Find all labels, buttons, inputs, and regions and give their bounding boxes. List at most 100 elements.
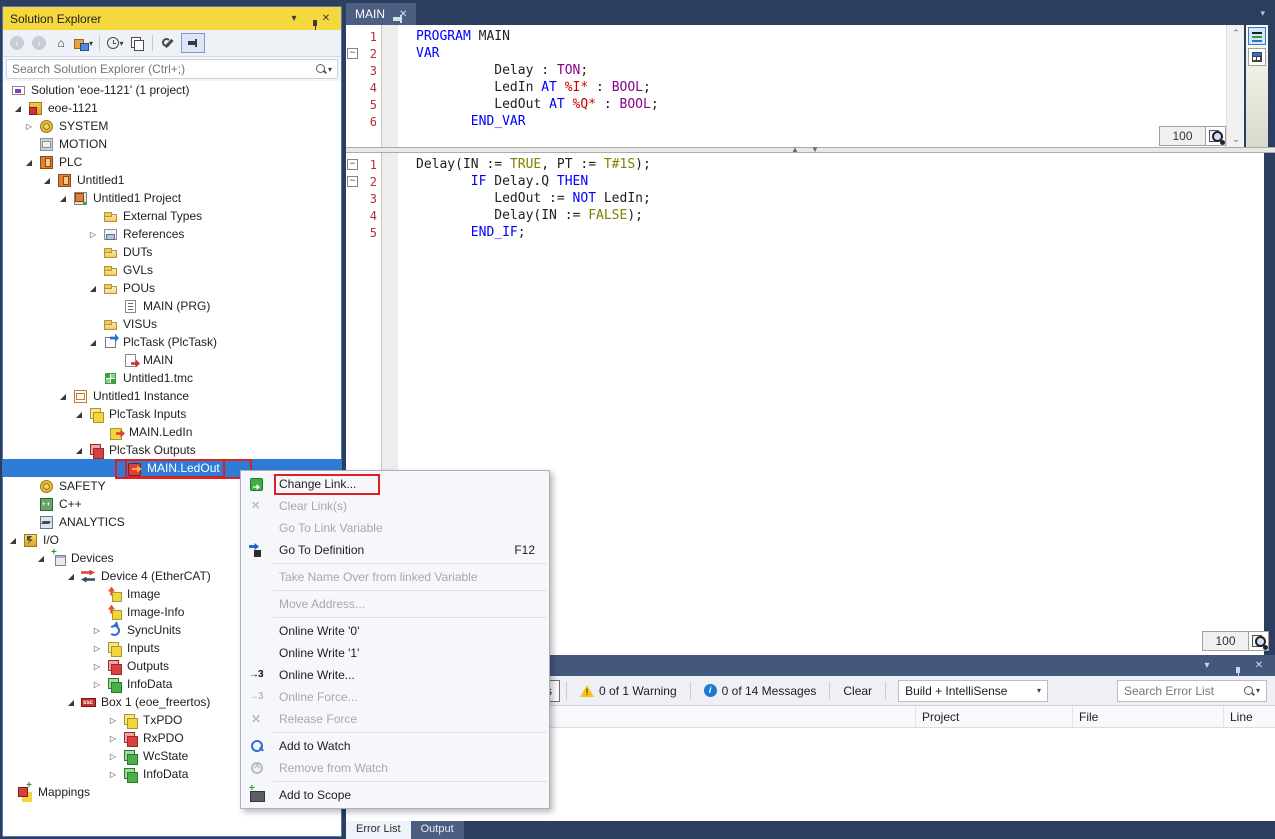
expand-arrow-collapsed-icon[interactable] [87, 230, 99, 239]
expand-arrow-collapsed-icon[interactable] [91, 644, 103, 653]
collapse-box-icon[interactable] [347, 48, 358, 59]
tree-item-duts[interactable]: DUTs [3, 243, 341, 261]
expand-arrow-expanded-icon[interactable] [23, 158, 35, 167]
pane1-zoom-icon[interactable] [1206, 126, 1226, 146]
back-button[interactable]: ‹ [8, 33, 26, 53]
expand-arrow-expanded-icon[interactable] [65, 572, 77, 581]
expand-arrow-collapsed-icon[interactable] [107, 752, 119, 761]
tree-item-plctask-inputs[interactable]: PlcTask Inputs [3, 405, 341, 423]
preview-selected-items-toggle[interactable] [181, 33, 205, 53]
scroll-up-icon[interactable]: ⌃ [1227, 25, 1245, 41]
expand-arrow-expanded-icon[interactable] [65, 698, 77, 707]
tree-item-gvls[interactable]: GVLs [3, 261, 341, 279]
warnings-filter-button[interactable]: 0 of 1 Warning [573, 680, 684, 702]
expand-arrow-expanded-icon[interactable] [12, 104, 24, 113]
expand-arrow-collapsed-icon[interactable] [91, 680, 103, 689]
expand-arrow-expanded-icon[interactable] [41, 176, 53, 185]
menu-item-online-write[interactable]: Online Write... [241, 664, 549, 686]
switch-views-icon[interactable]: ▾ [74, 33, 93, 53]
collapse-box-icon[interactable] [347, 159, 358, 170]
filter-dropdown[interactable]: Build + IntelliSense ▾ [898, 680, 1048, 702]
tree-item-visus[interactable]: VISUs [3, 315, 341, 333]
code-line[interactable]: 2 IF Delay.Q THEN [346, 173, 1264, 190]
pane2-zoom-level[interactable]: 100 [1202, 631, 1249, 651]
document-list-chevron-icon[interactable]: ▾ [1260, 8, 1265, 19]
scroll-down-icon[interactable]: ⌄ [1227, 131, 1245, 147]
pane1-vertical-scrollbar[interactable]: ⌃ ⌄ [1226, 25, 1244, 147]
tree-item-plctask-outputs[interactable]: PlcTask Outputs [3, 441, 341, 459]
tab-main[interactable]: MAIN ✕ [346, 3, 416, 25]
close-icon[interactable]: ✕ [1251, 660, 1267, 671]
expand-arrow-expanded-icon[interactable] [87, 284, 99, 293]
expand-arrow-collapsed-icon[interactable] [107, 770, 119, 779]
tree-item-system[interactable]: SYSTEM [3, 117, 341, 135]
search-icon[interactable] [315, 63, 327, 75]
column-project[interactable]: Project [915, 706, 1072, 728]
code-line[interactable]: 6 END_VAR [346, 113, 1226, 130]
menu-item-online-write-0[interactable]: Online Write '0' [241, 620, 549, 642]
text-view-icon[interactable] [1248, 27, 1266, 45]
code-line[interactable]: 1PROGRAM MAIN [346, 28, 1226, 45]
forward-button[interactable]: › [30, 33, 48, 53]
expand-arrow-expanded-icon[interactable] [57, 194, 69, 203]
menu-item-go-to-definition[interactable]: Go To DefinitionF12 [241, 539, 549, 561]
tree-item-plctask-plctask[interactable]: PlcTask (PlcTask) [3, 333, 341, 351]
code-line[interactable]: 5 LedOut AT %Q* : BOOL; [346, 96, 1226, 113]
tree-item-solution-eoe-1121-1-project[interactable]: Solution 'eoe-1121' (1 project) [3, 81, 341, 99]
menu-item-change-link[interactable]: Change Link... [241, 473, 549, 495]
search-input[interactable]: Search Solution Explorer (Ctrl+;) ▾ [6, 59, 338, 79]
messages-filter-button[interactable]: i 0 of 14 Messages [697, 680, 824, 702]
menu-item-add-to-scope[interactable]: Add to Scope [241, 784, 549, 806]
tree-item-main-prg[interactable]: MAIN (PRG) [3, 297, 341, 315]
pane2-zoom-icon[interactable] [1249, 631, 1269, 651]
code-line[interactable]: 2VAR [346, 45, 1226, 62]
tree-item-references[interactable]: References [3, 225, 341, 243]
tree-item-pous[interactable]: POUs [3, 279, 341, 297]
pending-changes-filter-icon[interactable]: ▾ [106, 33, 124, 53]
column-line[interactable]: Line [1223, 706, 1275, 728]
expand-arrow-expanded-icon[interactable] [57, 392, 69, 401]
code-line[interactable]: 3 LedOut := NOT LedIn; [346, 190, 1264, 207]
collapse-box-icon[interactable] [347, 176, 358, 187]
pane1-zoom-level[interactable]: 100 [1159, 126, 1206, 146]
close-icon[interactable]: ✕ [318, 13, 334, 24]
expand-arrow-collapsed-icon[interactable] [107, 716, 119, 725]
clear-button[interactable]: Clear [836, 680, 879, 702]
column-file[interactable]: File [1072, 706, 1223, 728]
code-line[interactable]: 4 LedIn AT %I* : BOOL; [346, 79, 1226, 96]
expand-arrow-expanded-icon[interactable] [35, 554, 47, 563]
tree-item-external-types[interactable]: External Types [3, 207, 341, 225]
tree-item-untitled1[interactable]: Untitled1 [3, 171, 341, 189]
window-position-chevron-icon[interactable]: ▾ [1199, 660, 1215, 671]
window-position-chevron-icon[interactable]: ▾ [286, 13, 302, 24]
expand-arrow-expanded-icon[interactable] [87, 338, 99, 347]
code-line[interactable]: 3 Delay : TON; [346, 62, 1226, 79]
table-view-icon[interactable] [1248, 48, 1266, 66]
tab-error-list[interactable]: Error List [346, 821, 411, 839]
expand-arrow-collapsed-icon[interactable] [107, 734, 119, 743]
tree-item-plc[interactable]: PLC [3, 153, 341, 171]
menu-item-online-write-1[interactable]: Online Write '1' [241, 642, 549, 664]
code-line[interactable]: 5 END_IF; [346, 224, 1264, 241]
tree-item-untitled1-tmc[interactable]: Untitled1.tmc [3, 369, 341, 387]
tree-item-eoe-1121[interactable]: eoe-1121 [3, 99, 341, 117]
expand-arrow-expanded-icon[interactable] [7, 536, 19, 545]
declaration-editor-pane[interactable]: 1PROGRAM MAIN2VAR3 Delay : TON;4 LedIn A… [346, 25, 1226, 147]
tree-item-main[interactable]: MAIN [3, 351, 341, 369]
error-list-search-input[interactable]: Search Error List ▾ [1117, 680, 1267, 702]
tab-output[interactable]: Output [411, 821, 464, 839]
tree-item-main-ledin[interactable]: MAIN.LedIn [3, 423, 341, 441]
menu-item-add-to-watch[interactable]: Add to Watch [241, 735, 549, 757]
expand-arrow-collapsed-icon[interactable] [23, 122, 35, 131]
expand-arrow-collapsed-icon[interactable] [91, 662, 103, 671]
search-options-chevron-icon[interactable]: ▾ [328, 65, 332, 74]
expand-arrow-expanded-icon[interactable] [73, 446, 85, 455]
tree-item-motion[interactable]: MOTION [3, 135, 341, 153]
tree-item-untitled1-instance[interactable]: Untitled1 Instance [3, 387, 341, 405]
code-line[interactable]: 1Delay(IN := TRUE, PT := T#1S); [346, 156, 1264, 173]
expand-arrow-expanded-icon[interactable] [73, 410, 85, 419]
sync-with-active-document-icon[interactable] [128, 33, 146, 53]
properties-wrench-icon[interactable] [159, 33, 177, 53]
code-line[interactable]: 4 Delay(IN := FALSE); [346, 207, 1264, 224]
tree-item-untitled1-project[interactable]: Untitled1 Project [3, 189, 341, 207]
